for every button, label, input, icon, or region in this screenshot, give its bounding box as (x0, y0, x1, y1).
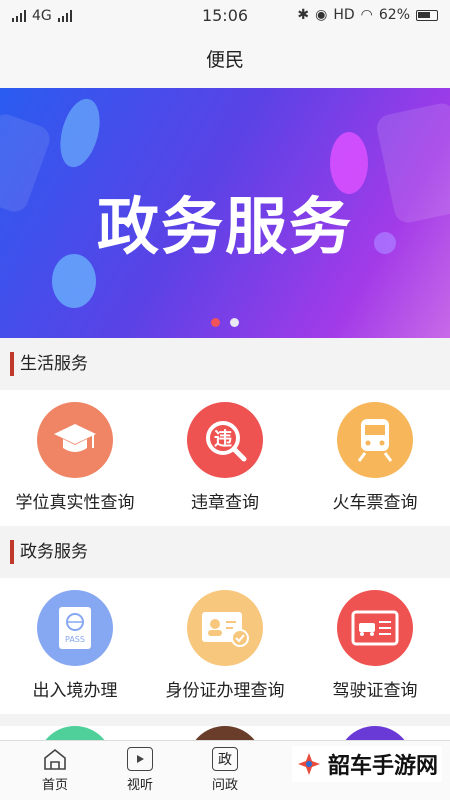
gov-icon: 政 (212, 747, 238, 771)
service-label: 火车票查询 (332, 493, 418, 513)
hd-label: HD (333, 7, 355, 23)
status-bar: 4G 15:06 ✱ ◉ HD ◠ 62% (0, 0, 450, 32)
wifi-icon: ◠ (360, 7, 373, 23)
service-label: 违章查询 (191, 493, 259, 513)
tab-inquiry[interactable]: 政 问政 (200, 747, 250, 793)
section-accent-bar (10, 352, 14, 376)
svg-text:违: 违 (214, 428, 232, 450)
home-icon (42, 747, 68, 771)
tab-label: 视听 (126, 778, 153, 793)
carousel-indicator (0, 318, 450, 327)
driver-license-icon (337, 590, 413, 666)
tab-label: 首页 (41, 778, 68, 793)
service-item-driver-license[interactable]: 驾驶证查询 (300, 578, 450, 714)
tv-icon (127, 747, 153, 771)
page-title: 便民 (0, 32, 450, 88)
svg-text:PASS: PASS (65, 635, 85, 644)
carousel-dot-active[interactable] (211, 318, 220, 327)
bluetooth-icon: ✱ (297, 7, 310, 23)
watermark-text: 韶车手游网 (327, 754, 438, 779)
watermark-logo-icon (297, 753, 320, 775)
alarm-icon: ◉ (315, 7, 328, 23)
service-item-train[interactable]: 火车票查询 (300, 390, 450, 526)
id-card-icon (187, 590, 263, 666)
service-grid-gov: PASS 出入境办理 身份证办理查询 驾驶证查询 (0, 578, 450, 714)
banner-carousel[interactable]: 政务服务 (0, 88, 450, 338)
tab-home[interactable]: 首页 (30, 747, 80, 793)
service-label: 学位真实性查询 (15, 493, 135, 513)
service-item-degree[interactable]: 学位真实性查询 (0, 390, 150, 526)
tab-label: 问政 (211, 778, 238, 793)
service-grid-life: 学位真实性查询 违 违章查询 火车票查询 (0, 390, 450, 526)
section-title: 生活服务 (20, 354, 88, 374)
service-item-violation[interactable]: 违 违章查询 (150, 390, 300, 526)
section-title: 政务服务 (20, 542, 88, 562)
battery-level: 62% (378, 7, 410, 23)
tab-audiovisual[interactable]: 视听 (115, 747, 165, 793)
section-header-life: 生活服务 (0, 338, 450, 390)
banner-decoration (53, 94, 107, 172)
graduation-cap-icon (37, 402, 113, 478)
service-label: 驾驶证查询 (332, 681, 418, 701)
train-icon (337, 402, 413, 478)
section-header-gov: 政务服务 (0, 526, 450, 578)
service-item-exit-entry[interactable]: PASS 出入境办理 (0, 578, 150, 714)
carousel-dot[interactable] (230, 318, 239, 327)
passport-icon: PASS (37, 590, 113, 666)
status-right: ✱ ◉ HD ◠ 62% (297, 7, 438, 23)
battery-icon (416, 9, 438, 21)
service-item-id-card[interactable]: 身份证办理查询 (150, 578, 300, 714)
section-accent-bar (10, 540, 14, 564)
banner-title: 政务服务 (96, 190, 353, 263)
service-label: 身份证办理查询 (165, 681, 285, 701)
site-watermark: 韶车手游网 (291, 746, 442, 782)
violation-search-icon: 违 (187, 402, 263, 478)
service-label: 出入境办理 (32, 681, 118, 701)
